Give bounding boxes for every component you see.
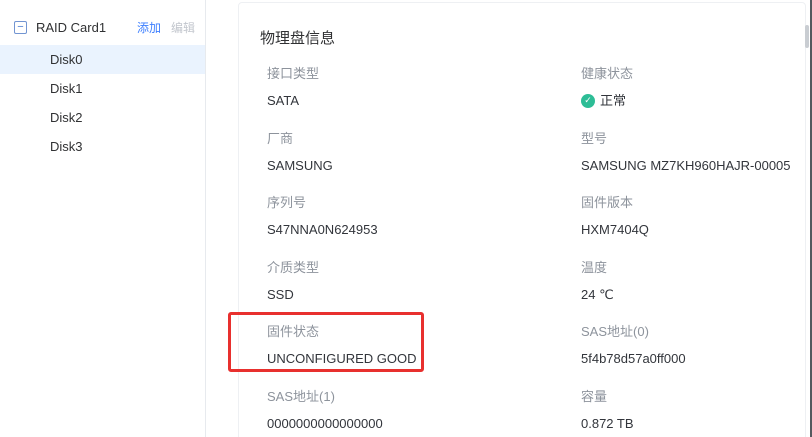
disk-list: Disk0 Disk1 Disk2 Disk3 xyxy=(0,45,205,161)
field-label: 厂商 xyxy=(267,130,581,147)
raid-card-label: RAID Card1 xyxy=(36,20,106,35)
physical-disk-info-card: 物理盘信息 接口类型 SATA 健康状态 ✓ 正常 厂商 SAMSUNG 型号 xyxy=(238,2,806,437)
field-label: 序列号 xyxy=(267,194,581,211)
scrollbar-thumb[interactable] xyxy=(805,25,809,48)
field-firmware-version: 固件版本 HXM7404Q xyxy=(581,194,805,259)
field-value: HXM7404Q xyxy=(581,221,805,238)
sidebar-item-disk0[interactable]: Disk0 xyxy=(0,45,205,74)
field-label: 健康状态 xyxy=(581,65,805,82)
disk-tree-sidebar: − RAID Card1 添加 编辑 Disk0 Disk1 Disk2 Dis… xyxy=(0,0,206,437)
field-value: S47NNA0N624953 xyxy=(267,221,581,238)
sidebar-item-disk3[interactable]: Disk3 xyxy=(0,132,205,161)
field-label: 固件状态 xyxy=(267,323,581,340)
field-label: 介质类型 xyxy=(267,259,581,276)
tree-node-raid-card[interactable]: − RAID Card1 添加 编辑 xyxy=(0,12,205,42)
field-label: 固件版本 xyxy=(581,194,805,211)
field-value: 5f4b78d57a0ff000 xyxy=(581,350,805,367)
field-value: 0.872 TB xyxy=(581,415,805,432)
status-text: 正常 xyxy=(600,92,626,109)
field-label: 型号 xyxy=(581,130,805,147)
check-circle-icon: ✓ xyxy=(581,94,595,108)
field-vendor: 厂商 SAMSUNG xyxy=(239,130,581,195)
sidebar-item-disk1[interactable]: Disk1 xyxy=(0,74,205,103)
field-value: SSD xyxy=(267,286,581,303)
field-label: SAS地址(0) xyxy=(581,323,805,340)
field-firmware-state: 固件状态 UNCONFIGURED GOOD xyxy=(239,323,581,388)
tree-actions: 添加 编辑 xyxy=(137,19,195,36)
collapse-expander-icon[interactable]: − xyxy=(14,21,27,34)
field-label: SAS地址(1) xyxy=(267,388,581,405)
field-health-status: 健康状态 ✓ 正常 xyxy=(581,65,805,130)
field-label: 接口类型 xyxy=(267,65,581,82)
field-value: SATA xyxy=(267,92,581,109)
field-model: 型号 SAMSUNG MZ7KH960HAJR-00005 xyxy=(581,130,805,195)
edit-link[interactable]: 编辑 xyxy=(171,19,195,36)
add-link[interactable]: 添加 xyxy=(137,19,161,36)
field-value: 0000000000000000 xyxy=(267,415,581,432)
field-media-type: 介质类型 SSD xyxy=(239,259,581,324)
field-value: ✓ 正常 xyxy=(581,92,805,109)
field-temperature: 温度 24 ℃ xyxy=(581,259,805,324)
field-label: 容量 xyxy=(581,388,805,405)
field-interface-type: 接口类型 SATA xyxy=(239,65,581,130)
field-sas-address-1: SAS地址(1) 0000000000000000 xyxy=(239,388,581,437)
field-capacity: 容量 0.872 TB xyxy=(581,388,805,437)
disk-info-fields: 接口类型 SATA 健康状态 ✓ 正常 厂商 SAMSUNG 型号 SAMSUN… xyxy=(239,65,805,437)
field-label: 温度 xyxy=(581,259,805,276)
field-value: SAMSUNG xyxy=(267,157,581,174)
sidebar-item-disk2[interactable]: Disk2 xyxy=(0,103,205,132)
field-value: 24 ℃ xyxy=(581,286,805,303)
field-value: UNCONFIGURED GOOD xyxy=(267,350,581,367)
field-value: SAMSUNG MZ7KH960HAJR-00005 xyxy=(581,157,805,174)
field-sas-address-0: SAS地址(0) 5f4b78d57a0ff000 xyxy=(581,323,805,388)
page-title: 物理盘信息 xyxy=(260,27,805,48)
raid-management-screen: − RAID Card1 添加 编辑 Disk0 Disk1 Disk2 Dis… xyxy=(0,0,812,437)
field-serial-number: 序列号 S47NNA0N624953 xyxy=(239,194,581,259)
